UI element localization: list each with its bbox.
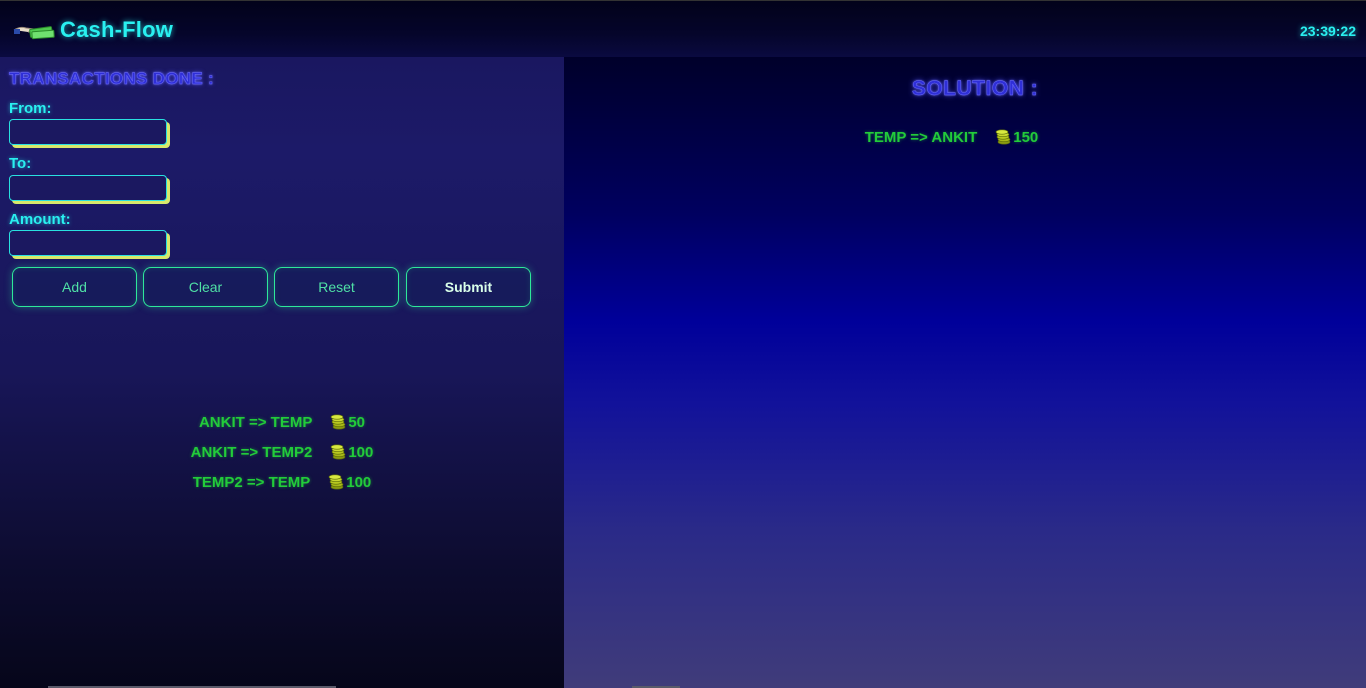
- from-input[interactable]: [9, 119, 167, 145]
- list-item: TEMP2 => TEMP 100: [0, 467, 564, 497]
- to-label: To:: [9, 155, 32, 172]
- transaction-route: ANKIT => TEMP2: [190, 443, 313, 461]
- submit-button[interactable]: Submit: [406, 267, 531, 307]
- app-title: Cash-Flow: [60, 17, 174, 42]
- clock: 23:39:22: [1299, 23, 1356, 39]
- section-title: TRANSACTIONS DONE :: [9, 69, 214, 88]
- transaction-list: ANKIT => TEMP 50 ANKIT => TEMP2 100 TEMP…: [0, 407, 564, 497]
- add-button[interactable]: Add: [12, 267, 137, 307]
- solution-title: SOLUTION :: [911, 77, 1039, 100]
- transactions-panel: TRANSACTIONS DONE : From: To: Amount: Ad…: [0, 57, 564, 688]
- to-input[interactable]: [9, 175, 167, 201]
- list-item: TEMP => ANKIT 150: [564, 122, 1339, 152]
- transaction-amount: 50: [348, 413, 366, 431]
- transaction-route: TEMP2 => TEMP: [192, 473, 311, 491]
- amount-label: Amount:: [9, 211, 71, 228]
- amount-input[interactable]: [9, 230, 167, 256]
- solution-panel: SOLUTION : TEMP => ANKIT 150: [564, 57, 1366, 688]
- coins-icon: [331, 444, 346, 460]
- reset-button[interactable]: Reset: [274, 267, 399, 307]
- transaction-amount: 100: [348, 443, 374, 461]
- money-hand-icon: [13, 26, 55, 40]
- brand: Cash-Flow: [12, 17, 173, 43]
- from-label: From:: [9, 100, 52, 117]
- transaction-route: ANKIT => TEMP: [198, 413, 313, 431]
- solution-list: TEMP => ANKIT 150: [564, 122, 1339, 152]
- coins-icon: [331, 414, 346, 430]
- app-page: Cash-Flow 23:39:22 TRANSACTIONS DONE : F…: [0, 0, 1366, 688]
- header: Cash-Flow 23:39:22: [0, 0, 1366, 57]
- clear-button[interactable]: Clear: [143, 267, 268, 307]
- transaction-amount: 100: [346, 473, 372, 491]
- solution-amount: 150: [1013, 128, 1039, 146]
- list-item: ANKIT => TEMP 50: [0, 407, 564, 437]
- solution-route: TEMP => ANKIT: [864, 128, 978, 146]
- list-item: ANKIT => TEMP2 100: [0, 437, 564, 467]
- coins-icon: [328, 474, 344, 490]
- coins-icon: [995, 129, 1011, 145]
